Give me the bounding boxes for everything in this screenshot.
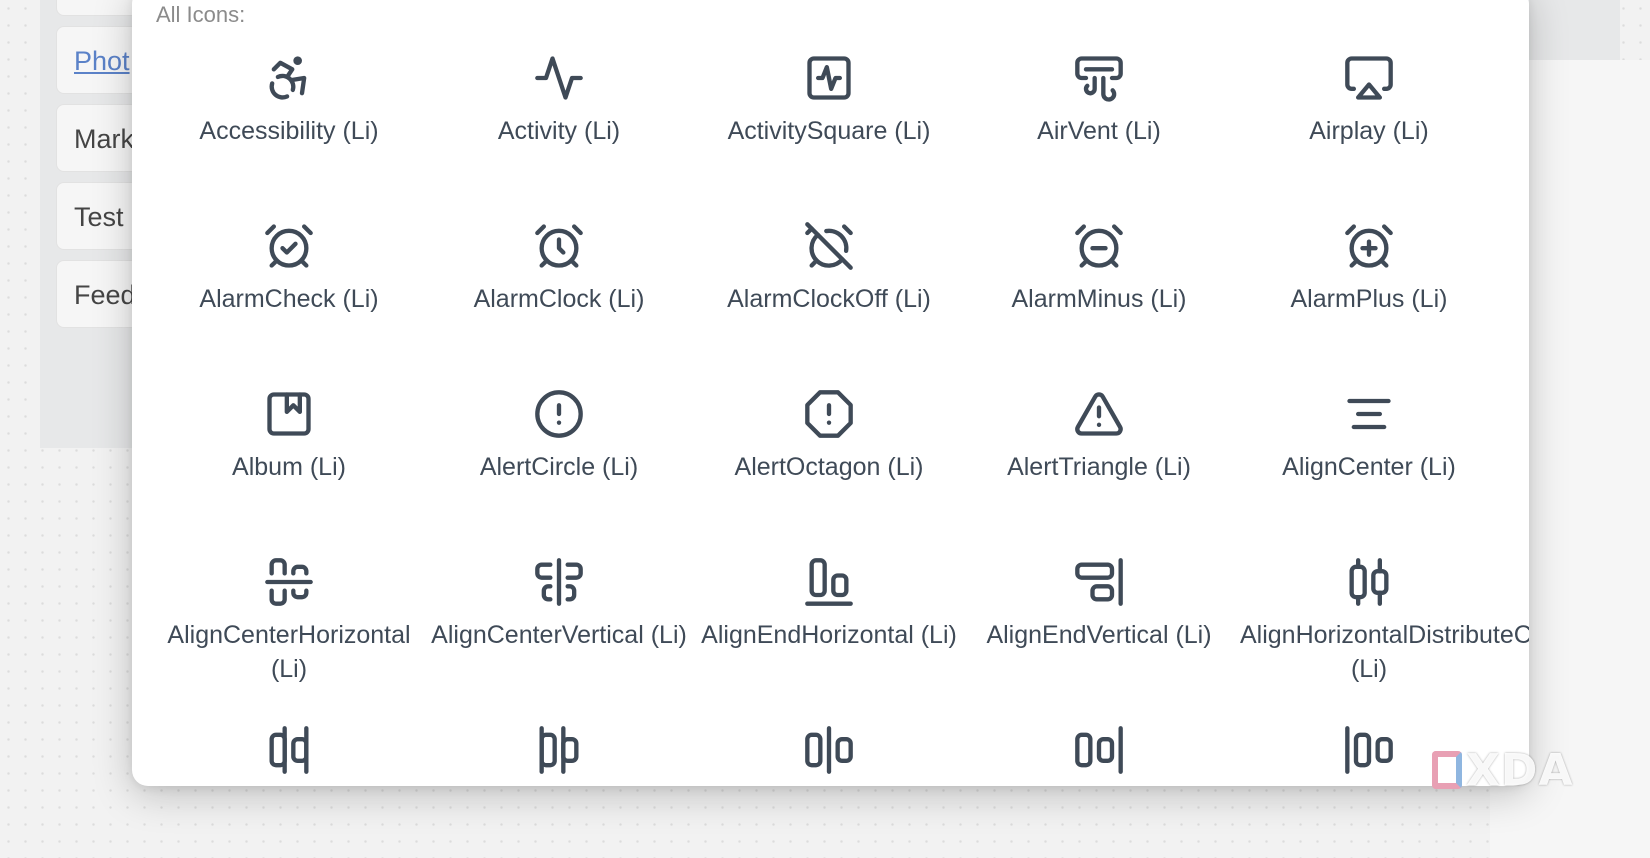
icon-label: AlignEndVertical (Li): [986, 621, 1212, 649]
icon-label: Airplay (Li): [1309, 117, 1429, 145]
icon-label: AlignCenterHorizontal (Li): [167, 621, 411, 683]
icon-label: AlarmClock (Li): [473, 285, 645, 313]
icon-option-align-horizontal-justify-end[interactable]: [964, 710, 1234, 786]
icon-label: Activity (Li): [497, 117, 621, 145]
accessibility-icon: [263, 52, 315, 104]
icon-option-align-horizontal-distribute-start[interactable]: [424, 710, 694, 786]
icon-option-align-center-vertical[interactable]: AlignCenterVertical (Li): [424, 542, 694, 710]
icon-option-align-horizontal-distribute-end[interactable]: [154, 710, 424, 786]
alarm-check-icon: [263, 220, 315, 272]
icon-label: AirVent (Li): [1037, 117, 1161, 145]
icon-option-align-end-vertical[interactable]: AlignEndVertical (Li): [964, 542, 1234, 710]
activity-icon: [533, 52, 585, 104]
icon-option-alarm-plus[interactable]: AlarmPlus (Li): [1234, 206, 1504, 374]
xda-watermark: XDA: [1432, 745, 1592, 796]
icon-label: AlignCenterVertical (Li): [431, 621, 687, 649]
align-center-icon: [1343, 388, 1395, 440]
align-horizontal-justify-start-icon: [1343, 724, 1395, 776]
icon-option-album[interactable]: Album (Li): [154, 374, 424, 542]
align-horizontal-distribute-end-icon: [263, 724, 315, 776]
icon-option-alarm-check[interactable]: AlarmCheck (Li): [154, 206, 424, 374]
album-icon: [263, 388, 315, 440]
icon-option-align-center-horizontal[interactable]: AlignCenterHorizontal (Li): [154, 542, 424, 710]
icon-option-alarm-minus[interactable]: AlarmMinus (Li): [964, 206, 1234, 374]
icon-label: AlertCircle (Li): [479, 453, 639, 481]
alert-triangle-icon: [1073, 388, 1125, 440]
icon-option-align-center[interactable]: AlignCenter (Li): [1234, 374, 1504, 542]
icon-label: ActivitySquare (Li): [727, 117, 931, 145]
icon-label: AlignEndHorizontal (Li): [701, 621, 957, 649]
alarm-plus-icon: [1343, 220, 1395, 272]
icon-option-alert-circle[interactable]: AlertCircle (Li): [424, 374, 694, 542]
icon-option-activity[interactable]: Activity (Li): [424, 38, 694, 206]
icon-picker-modal: All Icons: Accessibility (Li) Activity (…: [132, 0, 1529, 786]
alarm-clock-off-icon: [803, 220, 855, 272]
align-center-vertical-icon: [533, 556, 585, 608]
align-horizontal-distribute-center-icon: [1343, 556, 1395, 608]
icon-label: AlarmCheck (Li): [199, 285, 379, 313]
alarm-clock-icon: [533, 220, 585, 272]
icon-option-align-horizontal-justify-center[interactable]: [694, 710, 964, 786]
alert-circle-icon: [533, 388, 585, 440]
airplay-icon: [1343, 52, 1395, 104]
icon-option-air-vent[interactable]: AirVent (Li): [964, 38, 1234, 206]
icon-option-align-end-horizontal[interactable]: AlignEndHorizontal (Li): [694, 542, 964, 710]
activity-square-icon: [803, 52, 855, 104]
icon-option-alert-triangle[interactable]: AlertTriangle (Li): [964, 374, 1234, 542]
icon-option-activity-square[interactable]: ActivitySquare (Li): [694, 38, 964, 206]
align-horizontal-justify-end-icon: [1073, 724, 1125, 776]
icon-option-alert-octagon[interactable]: AlertOctagon (Li): [694, 374, 964, 542]
watermark-text: XDA: [1466, 745, 1574, 796]
xda-logo-icon: [1432, 751, 1462, 789]
align-center-horizontal-icon: [263, 556, 315, 608]
alert-octagon-icon: [803, 388, 855, 440]
icon-label: AlignHorizontalDistributeCenter (Li): [1240, 621, 1529, 683]
icon-option-alarm-clock[interactable]: AlarmClock (Li): [424, 206, 694, 374]
icon-label: AlignCenter (Li): [1282, 453, 1456, 481]
align-horizontal-justify-center-icon: [803, 724, 855, 776]
icon-label: Album (Li): [232, 453, 346, 481]
air-vent-icon: [1073, 52, 1125, 104]
icon-option-airplay[interactable]: Airplay (Li): [1234, 38, 1504, 206]
align-end-vertical-icon: [1073, 556, 1125, 608]
icon-label: AlarmPlus (Li): [1290, 285, 1448, 313]
icon-label: AlarmClockOff (Li): [727, 285, 931, 313]
icon-label: AlarmMinus (Li): [1011, 285, 1187, 313]
icon-label: AlertTriangle (Li): [1007, 453, 1191, 481]
alarm-minus-icon: [1073, 220, 1125, 272]
icon-option-align-horizontal-distribute-center[interactable]: AlignHorizontalDistributeCenter (Li): [1234, 542, 1529, 710]
icon-label: AlertOctagon (Li): [734, 453, 924, 481]
section-label: All Icons:: [156, 2, 246, 27]
icon-option-alarm-clock-off[interactable]: AlarmClockOff (Li): [694, 206, 964, 374]
icon-label: Accessibility (Li): [199, 117, 379, 145]
icon-option-accessibility[interactable]: Accessibility (Li): [154, 38, 424, 206]
align-end-horizontal-icon: [803, 556, 855, 608]
align-horizontal-distribute-start-icon: [533, 724, 585, 776]
